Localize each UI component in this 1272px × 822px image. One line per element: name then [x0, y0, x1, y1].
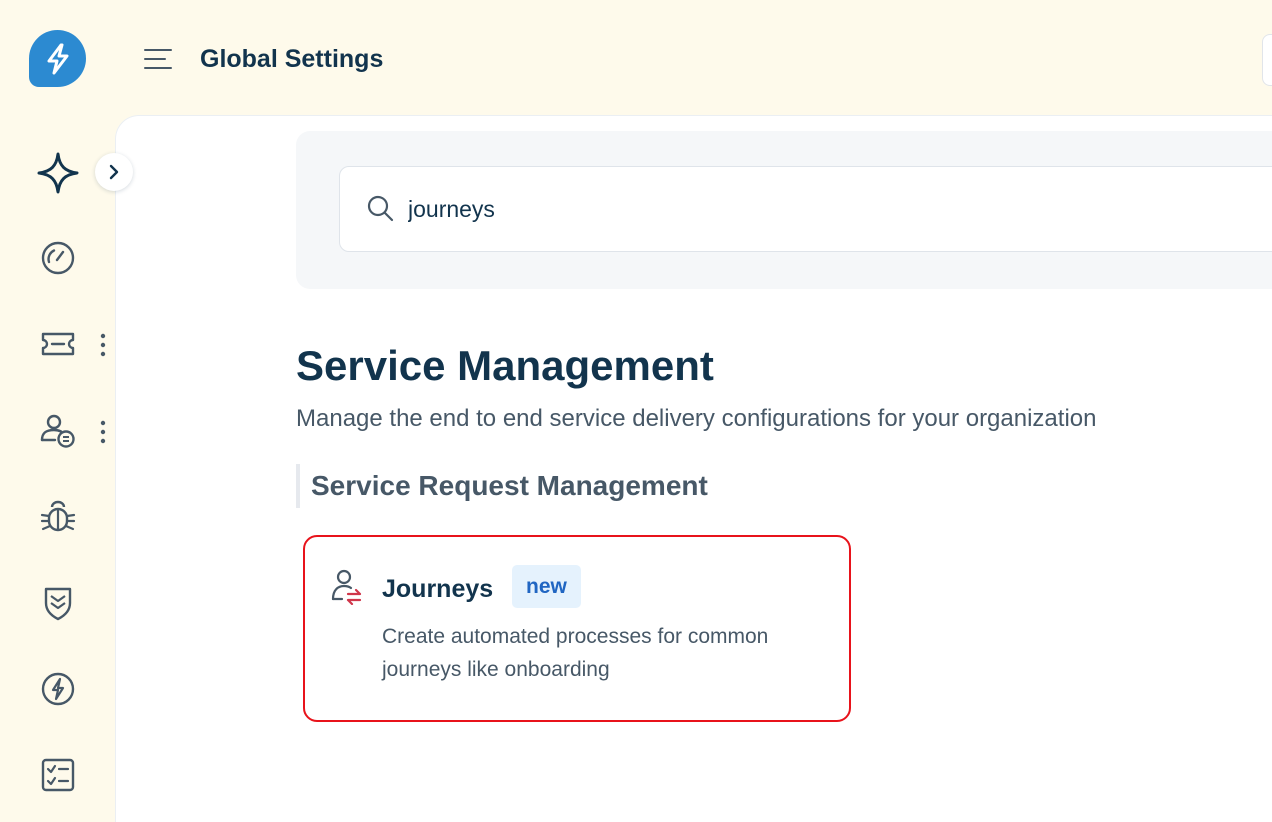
search-box[interactable]	[339, 166, 1272, 252]
page-header-title: Global Settings	[200, 45, 384, 73]
hamburger-menu-button[interactable]	[141, 44, 175, 74]
lightning-icon	[47, 43, 68, 74]
sidebar-item-tickets[interactable]	[35, 321, 81, 367]
sidebar-item-tasks[interactable]	[35, 752, 81, 798]
checklist-icon	[41, 758, 75, 792]
section-description: Manage the end to end service delivery c…	[296, 405, 1097, 432]
card-description: Create automated processes for common jo…	[382, 625, 769, 681]
bug-icon	[40, 500, 76, 532]
search-input[interactable]	[408, 189, 1208, 229]
vertical-dots-icon	[100, 333, 106, 357]
sidebar-item-requesters[interactable]	[35, 408, 81, 454]
section-title: Service Management	[296, 342, 714, 389]
hamburger-icon	[144, 49, 172, 69]
vertical-dots-icon	[100, 420, 106, 444]
app-root: Global Settings journeys Service Managem…	[0, 0, 1272, 822]
main-content-panel: Service Management Manage the end to end…	[115, 115, 1272, 822]
sidebar-item-changes[interactable]	[35, 666, 81, 712]
sidebar-item-security[interactable]	[35, 580, 81, 626]
search-icon	[367, 195, 394, 222]
requesters-more-button[interactable]	[94, 417, 112, 447]
lightning-circle-icon	[41, 672, 75, 706]
tickets-more-button[interactable]	[94, 330, 112, 360]
new-badge: new	[512, 565, 581, 608]
sidebar-item-problems[interactable]	[35, 494, 81, 540]
card-title: Journeys	[382, 575, 494, 603]
dashboard-gauge-icon	[41, 241, 75, 275]
chevron-right-icon	[109, 164, 119, 180]
ticket-icon	[41, 332, 75, 356]
search-container	[296, 131, 1272, 289]
journey-user-icon	[331, 569, 362, 605]
sparkle-icon	[37, 152, 79, 194]
freshservice-logo[interactable]	[29, 30, 86, 87]
shield-icon	[44, 587, 72, 621]
sidebar-item-ai[interactable]	[35, 150, 81, 196]
header-action-button[interactable]	[1262, 34, 1272, 86]
subsection-title: Service Request Management	[296, 464, 708, 508]
requester-icon	[40, 414, 75, 448]
sidebar-item-dashboard[interactable]	[35, 235, 81, 281]
expand-sidebar-button[interactable]	[95, 153, 133, 191]
journeys-card[interactable]: Journeys new Create automated processes …	[303, 535, 851, 722]
